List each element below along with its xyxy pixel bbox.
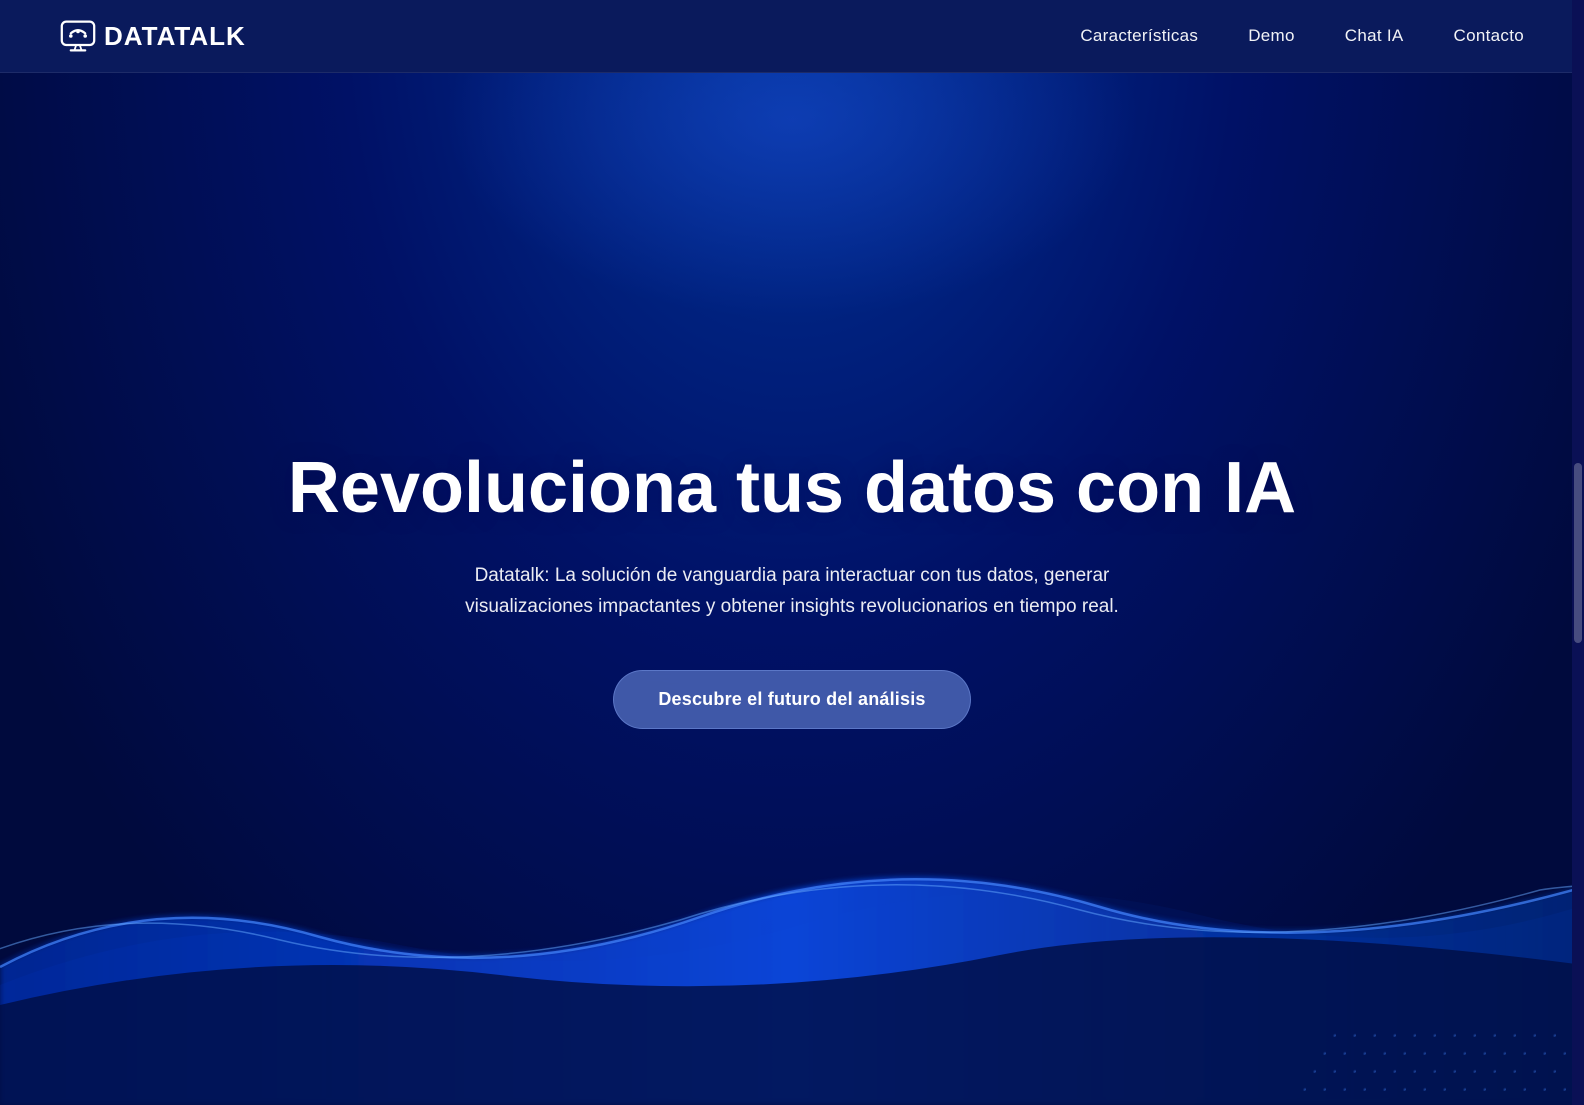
nav-item-chat-ia[interactable]: Chat IA bbox=[1345, 26, 1404, 46]
scrollbar[interactable] bbox=[1572, 0, 1584, 1105]
datatalk-logo-icon bbox=[60, 18, 96, 54]
nav-link-demo[interactable]: Demo bbox=[1248, 26, 1295, 45]
hero-cta-button[interactable]: Descubre el futuro del análisis bbox=[613, 670, 970, 729]
nav-item-caracteristicas[interactable]: Características bbox=[1080, 26, 1198, 46]
nav-menu: Características Demo Chat IA Contacto bbox=[1080, 26, 1524, 46]
nav-link-caracteristicas[interactable]: Características bbox=[1080, 26, 1198, 45]
logo-text: DATATALK bbox=[104, 21, 246, 52]
nav-item-contacto[interactable]: Contacto bbox=[1454, 26, 1524, 46]
hero-content: Revoluciona tus datos con IA Datatalk: L… bbox=[248, 449, 1336, 730]
logo[interactable]: DATATALK bbox=[60, 18, 246, 54]
hero-title: Revoluciona tus datos con IA bbox=[288, 449, 1296, 528]
scrollbar-thumb[interactable] bbox=[1574, 463, 1582, 643]
nav-link-chat-ia[interactable]: Chat IA bbox=[1345, 26, 1404, 45]
hero-subtitle: Datatalk: La solución de vanguardia para… bbox=[452, 560, 1132, 623]
nav-link-contacto[interactable]: Contacto bbox=[1454, 26, 1524, 45]
nav-item-demo[interactable]: Demo bbox=[1248, 26, 1295, 46]
hero-section: // This won't run inside SVG as-is; we i… bbox=[0, 0, 1584, 1105]
navbar: DATATALK Características Demo Chat IA Co… bbox=[0, 0, 1584, 73]
